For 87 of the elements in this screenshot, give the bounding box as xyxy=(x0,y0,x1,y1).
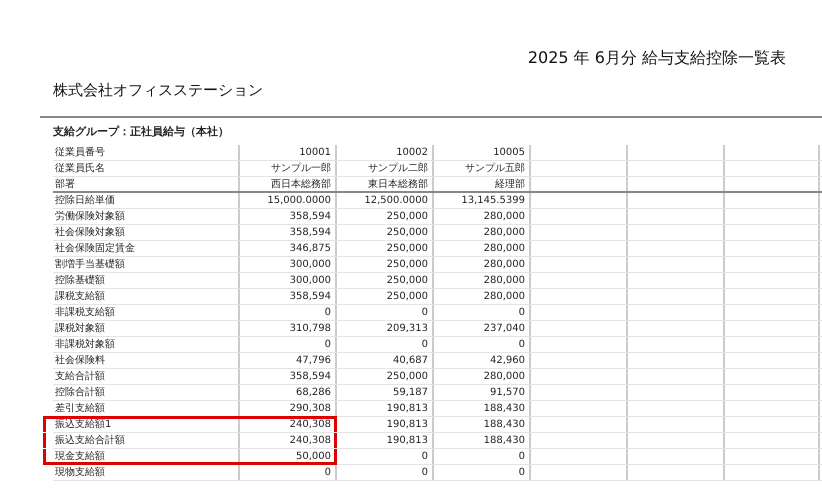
header-cell: サンプル二郎 xyxy=(335,161,432,176)
table-cell: 40,687 xyxy=(335,353,432,368)
table-cell: 250,000 xyxy=(335,257,432,272)
table-cell: 290,308 xyxy=(238,401,335,416)
table-cell: 280,000 xyxy=(432,369,529,384)
header-cell: 10002 xyxy=(335,145,432,160)
table-cell: 300,000 xyxy=(238,257,335,272)
table-cell: 0 xyxy=(335,449,432,464)
company-name: 株式会社オフィスステーション xyxy=(53,81,264,100)
table-cell: 280,000 xyxy=(432,289,529,304)
table-cell: 250,000 xyxy=(335,225,432,240)
table-cell: 240,308 xyxy=(238,433,335,448)
table-cell: 280,000 xyxy=(432,257,529,272)
row-label: 差引支給額 xyxy=(54,402,106,416)
table-cell: 280,000 xyxy=(432,241,529,256)
table-cell: 0 xyxy=(432,465,529,480)
header-cell: 東日本総務部 xyxy=(335,177,432,191)
row-label: 現金支給額 xyxy=(54,450,106,464)
table-cell: 250,000 xyxy=(335,369,432,384)
row-label: 非課税支給額 xyxy=(54,306,116,320)
row-label: 労働保険対象額 xyxy=(54,210,126,224)
table-cell: 250,000 xyxy=(335,289,432,304)
header-cell: 西日本総務部 xyxy=(238,177,335,191)
table-cell: 209,313 xyxy=(335,321,432,336)
header-cell: 10005 xyxy=(432,145,529,160)
table-cell: 91,570 xyxy=(432,385,529,400)
table-cell: 0 xyxy=(238,305,335,320)
table-cell: 358,594 xyxy=(238,209,335,224)
table-cell: 0 xyxy=(432,305,529,320)
row-label: 控除日給単価 xyxy=(54,194,116,208)
table-cell: 346,875 xyxy=(238,241,335,256)
header-cell: 10001 xyxy=(238,145,335,160)
row-label: 現物支給額 xyxy=(54,466,106,480)
table-cell: 188,430 xyxy=(432,433,529,448)
table-cell: 47,796 xyxy=(238,353,335,368)
header-cell: サンプル五郎 xyxy=(432,161,529,176)
header-label: 従業員氏名 xyxy=(54,162,106,176)
table-cell: 0 xyxy=(335,465,432,480)
table-cell: 68,286 xyxy=(238,385,335,400)
table-cell: 0 xyxy=(432,449,529,464)
table-cell: 0 xyxy=(238,337,335,352)
table-cell: 358,594 xyxy=(238,369,335,384)
table-cell: 190,813 xyxy=(335,401,432,416)
row-label: 支給合計額 xyxy=(54,370,106,384)
table-cell: 250,000 xyxy=(335,209,432,224)
table-cell: 250,000 xyxy=(335,273,432,288)
row-label: 振込支給合計額 xyxy=(54,434,126,448)
table-cell: 0 xyxy=(238,465,335,480)
row-label: 社会保険固定賃金 xyxy=(54,242,136,256)
table-cell: 0 xyxy=(335,305,432,320)
table-cell: 50,000 xyxy=(238,449,335,464)
row-label: 控除合計額 xyxy=(54,386,106,400)
table-cell: 12,500.0000 xyxy=(335,193,432,208)
group-label: 支給グループ：正社員給与（本社） xyxy=(53,124,230,139)
header-cell: 経理部 xyxy=(432,177,529,191)
row-label: 社会保険対象額 xyxy=(54,226,126,240)
table-cell: 188,430 xyxy=(432,417,529,432)
table-cell: 358,594 xyxy=(238,225,335,240)
header-label: 部署 xyxy=(54,178,76,191)
table-cell: 310,798 xyxy=(238,321,335,336)
row-label: 振込支給額1 xyxy=(54,418,112,432)
table-cell: 358,594 xyxy=(238,289,335,304)
row-label: 社会保険料 xyxy=(54,354,106,368)
row-label: 控除基礎額 xyxy=(54,274,106,288)
table-cell: 300,000 xyxy=(238,273,335,288)
table-cell: 0 xyxy=(335,337,432,352)
header-cell: サンプル一郎 xyxy=(238,161,335,176)
header-label: 従業員番号 xyxy=(54,146,106,160)
table-cell: 237,040 xyxy=(432,321,529,336)
table-cell: 15,000.0000 xyxy=(238,193,335,208)
table-cell: 190,813 xyxy=(335,433,432,448)
table-cell: 13,145.5399 xyxy=(432,193,529,208)
row-label: 割増手当基礎額 xyxy=(54,258,126,272)
table-cell: 240,308 xyxy=(238,417,335,432)
table-cell: 250,000 xyxy=(335,241,432,256)
table-cell: 280,000 xyxy=(432,225,529,240)
report-title: 2025 年 6月分 給与支給控除一覧表 xyxy=(528,48,786,69)
row-label: 非課税対象額 xyxy=(54,338,116,352)
row-label: 課税対象額 xyxy=(54,322,106,336)
table-cell: 188,430 xyxy=(432,401,529,416)
table-cell: 42,960 xyxy=(432,353,529,368)
table-cell: 59,187 xyxy=(335,385,432,400)
table-cell: 0 xyxy=(432,337,529,352)
table-cell: 190,813 xyxy=(335,417,432,432)
table-cell: 280,000 xyxy=(432,209,529,224)
table-cell: 280,000 xyxy=(432,273,529,288)
row-label: 課税支給額 xyxy=(54,290,106,304)
